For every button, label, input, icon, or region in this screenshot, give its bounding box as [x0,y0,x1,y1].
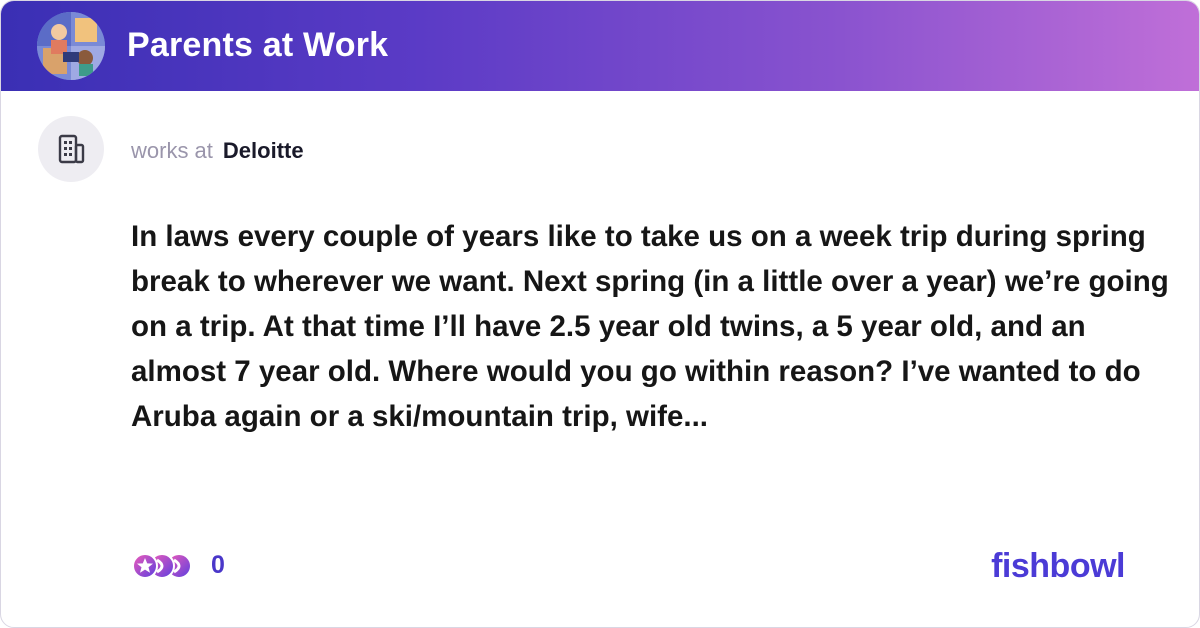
reaction-count[interactable]: 0 [211,549,225,581]
company-name[interactable]: Deloitte [223,138,304,163]
post-card: Parents at Work works at Deloitte In laws… [0,0,1200,628]
group-title[interactable]: Parents at Work [127,23,388,67]
reaction-icons[interactable] [129,550,201,582]
reaction-stack-icon [132,553,192,579]
group-header: Parents at Work [1,1,1199,91]
post-body[interactable]: In laws every couple of years like to ta… [131,214,1179,439]
fishbowl-logo[interactable]: fishbowl [991,544,1125,588]
building-icon [58,134,85,164]
author-line: works at Deloitte [131,137,304,165]
works-at-label: works at [131,138,213,163]
group-illustration-icon [37,12,105,80]
company-avatar [38,116,104,182]
group-avatar[interactable] [37,12,105,80]
